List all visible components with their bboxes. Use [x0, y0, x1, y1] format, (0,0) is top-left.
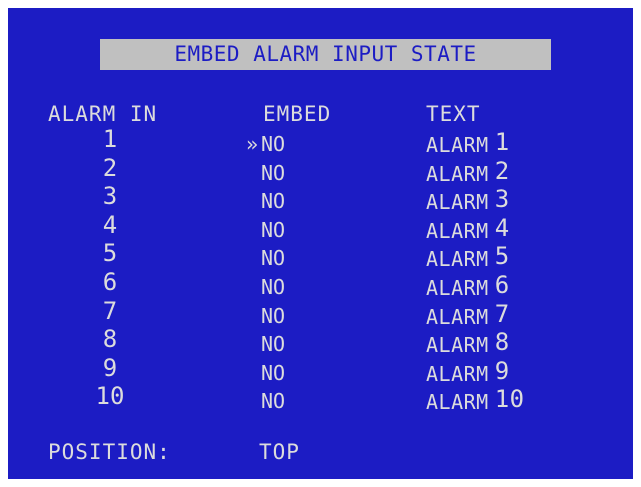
alarm-text-number: 6 — [494, 270, 510, 299]
alarm-text[interactable]: ALARM 4 — [426, 213, 510, 245]
alarm-row[interactable]: 7 NO ALARM 7 — [8, 296, 633, 331]
alarm-text[interactable]: ALARM 7 — [426, 299, 510, 331]
alarm-row[interactable]: 9 NO ALARM 9 — [8, 353, 633, 388]
embed-setting[interactable]: NO — [236, 302, 285, 330]
alarm-text-number: 7 — [494, 299, 510, 328]
alarm-text[interactable]: ALARM 6 — [426, 270, 510, 302]
embed-setting[interactable]: NO — [236, 330, 285, 358]
alarm-input-number: 3 — [102, 182, 118, 211]
alarm-text-number: 8 — [494, 328, 510, 357]
alarm-input-number: 2 — [102, 153, 118, 182]
alarm-row[interactable]: 8 NO ALARM 8 — [8, 325, 633, 359]
alarm-row[interactable]: 4 NO ALARM 4 — [8, 210, 633, 245]
alarm-text-label: ALARM — [426, 190, 489, 215]
position-value[interactable]: TOP — [259, 439, 300, 465]
alarm-row[interactable]: 6 NO ALARM 6 — [8, 267, 633, 302]
alarm-row[interactable]: 2 NO ALARM 2 — [8, 153, 633, 188]
alarm-text[interactable]: ALARM 3 — [426, 185, 510, 216]
header-alarm-in: ALARM IN — [48, 102, 158, 126]
embed-value: NO — [261, 246, 286, 271]
embed-value: NO — [261, 389, 286, 414]
alarm-text-label: ALARM — [426, 275, 489, 300]
alarm-text-label: ALARM — [426, 133, 489, 157]
embed-value: NO — [261, 360, 286, 385]
embed-value: NO — [261, 132, 286, 156]
alarm-text[interactable]: ALARM 9 — [426, 356, 510, 388]
alarm-text-number: 5 — [494, 242, 510, 271]
alarm-text[interactable]: ALARM 1 — [426, 128, 510, 159]
embed-setting[interactable]: NO — [236, 159, 285, 187]
alarm-input-number: 10 — [95, 382, 125, 411]
alarm-row[interactable]: 10 NO ALARM 10 — [8, 382, 633, 416]
alarm-text[interactable]: ALARM 5 — [426, 242, 510, 273]
alarm-text-label: ALARM — [426, 361, 489, 386]
alarm-text[interactable]: ALARM 10 — [426, 385, 525, 416]
alarm-text-label: ALARM — [426, 390, 489, 415]
alarm-text-number: 1 — [494, 128, 510, 156]
alarm-text[interactable]: ALARM 8 — [426, 328, 510, 359]
embed-value: NO — [261, 217, 286, 242]
alarm-text-number: 2 — [494, 156, 510, 185]
alarm-input-list: 1» NO ALARM 1 2 NO ALARM 2 3 NO ALARM 3 4 NO ALARM 4 5 NO… — [8, 125, 633, 416]
alarm-row[interactable]: 5 NO ALARM 5 — [8, 239, 633, 273]
alarm-row[interactable]: 1» NO ALARM 1 — [8, 125, 633, 159]
embed-value: NO — [261, 303, 286, 328]
alarm-text-number: 3 — [494, 185, 510, 214]
alarm-input-number: 4 — [102, 210, 118, 239]
alarm-input-number: 9 — [102, 353, 118, 382]
embed-setting[interactable]: NO — [236, 359, 285, 387]
alarm-input-number: 1 — [102, 125, 118, 153]
alarm-text-label: ALARM — [426, 304, 489, 329]
alarm-input-number: 7 — [102, 296, 118, 325]
embed-value: NO — [261, 160, 286, 185]
alarm-text-number: 9 — [494, 356, 510, 385]
embed-setting[interactable]: NO — [236, 216, 285, 244]
alarm-text-number: 10 — [494, 385, 525, 414]
alarm-text-label: ALARM — [426, 161, 489, 186]
embed-setting[interactable]: NO — [236, 244, 285, 272]
embed-setting[interactable]: » NO — [236, 130, 285, 158]
alarm-input-number: 8 — [102, 325, 118, 354]
header-text: TEXT — [426, 102, 481, 126]
embed-value: NO — [261, 274, 286, 299]
embed-setting[interactable]: NO — [236, 187, 285, 215]
embed-value: NO — [261, 332, 286, 357]
header-embed: EMBED — [263, 102, 332, 126]
alarm-text-label: ALARM — [426, 333, 489, 358]
alarm-text-number: 4 — [494, 213, 510, 242]
alarm-text-label: ALARM — [426, 218, 489, 243]
embed-value: NO — [261, 189, 286, 214]
osd-menu-screen: EMBED ALARM INPUT STATE ALARM IN EMBED T… — [8, 8, 633, 479]
selection-cursor-icon: » — [245, 132, 258, 156]
alarm-input-number: 5 — [102, 239, 118, 268]
alarm-row[interactable]: 3 NO ALARM 3 — [8, 182, 633, 216]
embed-setting[interactable]: NO — [236, 273, 285, 301]
alarm-text-label: ALARM — [426, 247, 489, 272]
alarm-input-number: 6 — [102, 267, 118, 296]
position-label: POSITION: — [48, 440, 171, 464]
alarm-text[interactable]: ALARM 2 — [426, 156, 510, 188]
menu-title: EMBED ALARM INPUT STATE — [100, 39, 551, 70]
embed-setting[interactable]: NO — [236, 387, 285, 415]
